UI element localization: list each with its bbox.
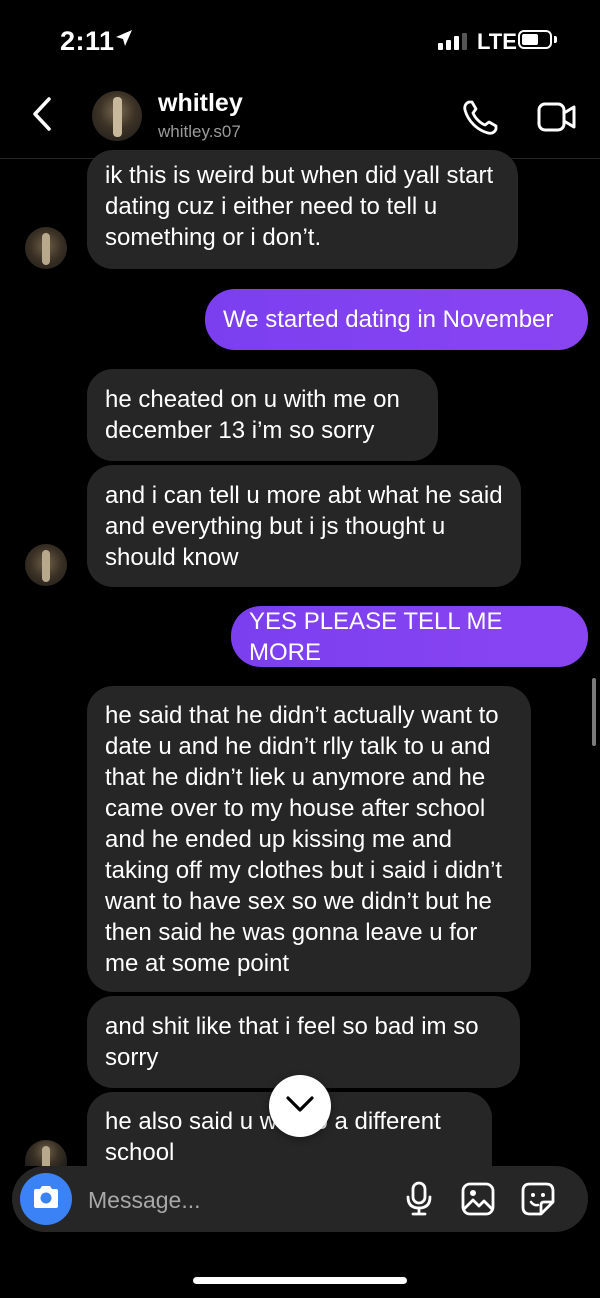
- sender-avatar[interactable]: [25, 1140, 67, 1166]
- network-label: LTE: [477, 29, 517, 54]
- battery-icon: [518, 30, 552, 49]
- gallery-icon[interactable]: [460, 1181, 496, 1222]
- contact-avatar[interactable]: [92, 91, 142, 141]
- phone-icon[interactable]: [461, 99, 499, 142]
- home-indicator: [193, 1277, 407, 1284]
- message-bubble-sent[interactable]: We started dating in November: [205, 289, 588, 350]
- camera-icon: [31, 1184, 61, 1215]
- message-bubble-received[interactable]: and shit like that i feel so bad im so s…: [87, 996, 520, 1088]
- message-input[interactable]: [86, 1180, 390, 1220]
- battery-tip: [554, 36, 557, 43]
- location-arrow-icon: [114, 28, 134, 53]
- message-bubble-received[interactable]: he cheated on u with me on december 13 i…: [87, 369, 438, 461]
- message-bubble-received[interactable]: ik this is weird but when did yall start…: [87, 150, 518, 269]
- camera-button[interactable]: [20, 1173, 72, 1225]
- back-chevron-icon[interactable]: [30, 96, 54, 137]
- sender-avatar[interactable]: [25, 227, 67, 269]
- scroll-to-bottom-button[interactable]: [269, 1075, 331, 1137]
- message-bubble-sent[interactable]: YES PLEASE TELL ME MORE: [231, 606, 588, 667]
- chevron-down-icon: [285, 1095, 315, 1118]
- contact-name[interactable]: whitley: [158, 89, 243, 118]
- status-time: 2:11: [60, 26, 115, 56]
- sender-avatar[interactable]: [25, 544, 67, 586]
- contact-username[interactable]: whitley.s07: [158, 122, 241, 142]
- signal-icon: [438, 33, 467, 50]
- video-camera-icon[interactable]: [537, 101, 577, 138]
- message-bubble-received[interactable]: he said that he didn’t actually want to …: [87, 686, 531, 992]
- message-bubble-received[interactable]: and i can tell u more abt what he said a…: [87, 465, 521, 587]
- scrollbar[interactable]: [592, 678, 596, 746]
- microphone-icon[interactable]: [404, 1181, 434, 1222]
- sticker-icon[interactable]: [520, 1181, 556, 1222]
